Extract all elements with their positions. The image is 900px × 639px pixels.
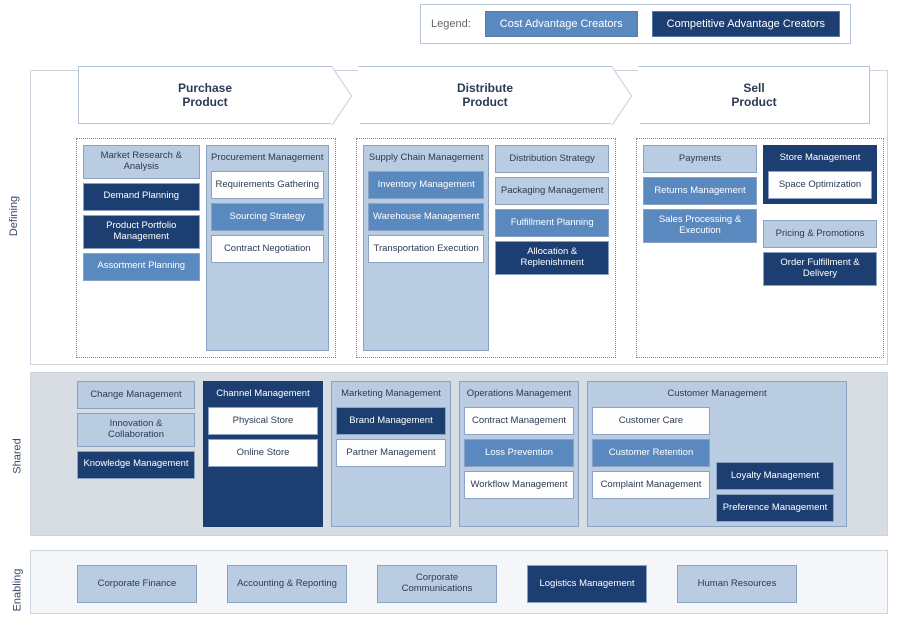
logistics-mgmt: Logistics Management — [527, 565, 647, 603]
packaging-mgmt: Packaging Management — [495, 177, 609, 205]
corporate-finance: Corporate Finance — [77, 565, 197, 603]
chevron-purchase: PurchaseProduct — [78, 66, 332, 124]
order-fulfillment: Order Fulfillment & Delivery — [763, 252, 877, 286]
complaint-mgmt: Complaint Management — [592, 471, 710, 499]
row-label-defining: Defining — [8, 196, 20, 236]
loss-prevention: Loss Prevention — [464, 439, 574, 467]
change-mgmt: Change Management — [77, 381, 195, 409]
supply-chain-header: Supply Chain Management — [368, 150, 484, 167]
sales-processing: Sales Processing & Execution — [643, 209, 757, 243]
workflow-mgmt: Workflow Management — [464, 471, 574, 499]
market-research-header: Market Research & Analysis — [83, 145, 200, 179]
marketing-mgmt-header: Marketing Management — [336, 386, 446, 403]
payments: Payments — [643, 145, 757, 173]
row-label-enabling: Enabling — [11, 569, 23, 612]
returns-mgmt: Returns Management — [643, 177, 757, 205]
inventory-mgmt: Inventory Management — [368, 171, 484, 199]
accounting-reporting: Accounting & Reporting — [227, 565, 347, 603]
store-mgmt-header: Store Management — [768, 150, 872, 167]
customer-mgmt-header: Customer Management — [592, 386, 842, 403]
enabling-row: Corporate Finance Accounting & Reporting… — [30, 550, 888, 614]
supply-chain-group: Supply Chain Management Inventory Manage… — [363, 145, 489, 351]
transportation-exec: Transportation Execution — [368, 235, 484, 263]
physical-store: Physical Store — [208, 407, 318, 435]
loyalty-mgmt: Loyalty Management — [716, 462, 834, 490]
assortment-planning: Assortment Planning — [83, 253, 200, 281]
channel-mgmt-header: Channel Management — [208, 386, 318, 403]
marketing-mgmt-group: Marketing Management Brand Management Pa… — [331, 381, 451, 527]
knowledge-mgmt: Knowledge Management — [77, 451, 195, 479]
distribution-strategy: Distribution Strategy — [495, 145, 609, 173]
human-resources: Human Resources — [677, 565, 797, 603]
legend-label: Legend: — [431, 18, 471, 30]
legend-competitive-advantage: Competitive Advantage Creators — [652, 11, 840, 37]
corporate-comms: Corporate Communications — [377, 565, 497, 603]
channel-mgmt-group: Channel Management Physical Store Online… — [203, 381, 323, 527]
distribute-column: Supply Chain Management Inventory Manage… — [356, 138, 616, 358]
warehouse-mgmt: Warehouse Management — [368, 203, 484, 231]
legend-cost-advantage: Cost Advantage Creators — [485, 11, 638, 37]
allocation-replenishment: Allocation & Replenishment — [495, 241, 609, 275]
chevron-sell: SellProduct — [638, 66, 870, 124]
store-mgmt-group: Store Management Space Optimization — [763, 145, 877, 204]
pricing-promotions: Pricing & Promotions — [763, 220, 877, 248]
online-store: Online Store — [208, 439, 318, 467]
customer-retention: Customer Retention — [592, 439, 710, 467]
operations-mgmt-header: Operations Management — [464, 386, 574, 403]
sourcing-strategy: Sourcing Strategy — [211, 203, 325, 231]
space-optimization: Space Optimization — [768, 171, 872, 199]
row-label-shared: Shared — [12, 438, 24, 473]
requirements-gathering: Requirements Gathering — [211, 171, 325, 199]
contract-negotiation: Contract Negotiation — [211, 235, 325, 263]
customer-care: Customer Care — [592, 407, 710, 435]
shared-row: Change Management Innovation & Collabora… — [30, 372, 888, 536]
purchase-column: Market Research & Analysis Demand Planni… — [76, 138, 336, 358]
procurement-group: Procurement Management Requirements Gath… — [206, 145, 330, 351]
chevron-distribute: DistributeProduct — [358, 66, 612, 124]
contract-mgmt: Contract Management — [464, 407, 574, 435]
partner-mgmt: Partner Management — [336, 439, 446, 467]
product-portfolio-mgmt: Product Portfolio Management — [83, 215, 200, 249]
procurement-header: Procurement Management — [211, 150, 325, 167]
demand-planning: Demand Planning — [83, 183, 200, 211]
innovation-collab: Innovation & Collaboration — [77, 413, 195, 447]
brand-mgmt: Brand Management — [336, 407, 446, 435]
legend: Legend: Cost Advantage Creators Competit… — [420, 4, 851, 44]
sell-column: Payments Returns Management Sales Proces… — [636, 138, 884, 358]
customer-mgmt-group: Customer Management Customer Care Custom… — [587, 381, 847, 527]
operations-mgmt-group: Operations Management Contract Managemen… — [459, 381, 579, 527]
preference-mgmt: Preference Management — [716, 494, 834, 522]
fulfillment-planning: Fulfillment Planning — [495, 209, 609, 237]
